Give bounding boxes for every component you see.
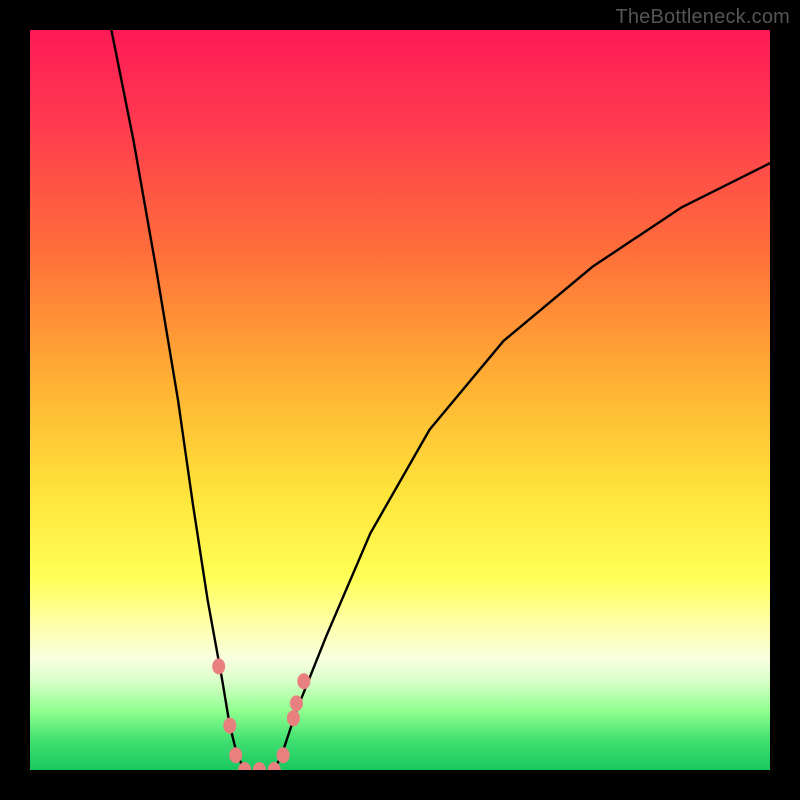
- data-marker: [253, 762, 266, 770]
- chart-frame: TheBottleneck.com: [0, 0, 800, 800]
- data-marker: [212, 658, 225, 674]
- curve-right-branch: [274, 163, 770, 770]
- data-marker: [287, 710, 300, 726]
- watermark-text: TheBottleneck.com: [615, 6, 790, 29]
- data-marker: [229, 747, 242, 763]
- data-marker: [223, 718, 236, 734]
- bottleneck-curve: [30, 30, 770, 770]
- data-marker: [297, 673, 310, 689]
- curve-left-branch: [111, 30, 244, 770]
- data-marker: [290, 695, 303, 711]
- plot-area: [30, 30, 770, 770]
- data-marker: [277, 747, 290, 763]
